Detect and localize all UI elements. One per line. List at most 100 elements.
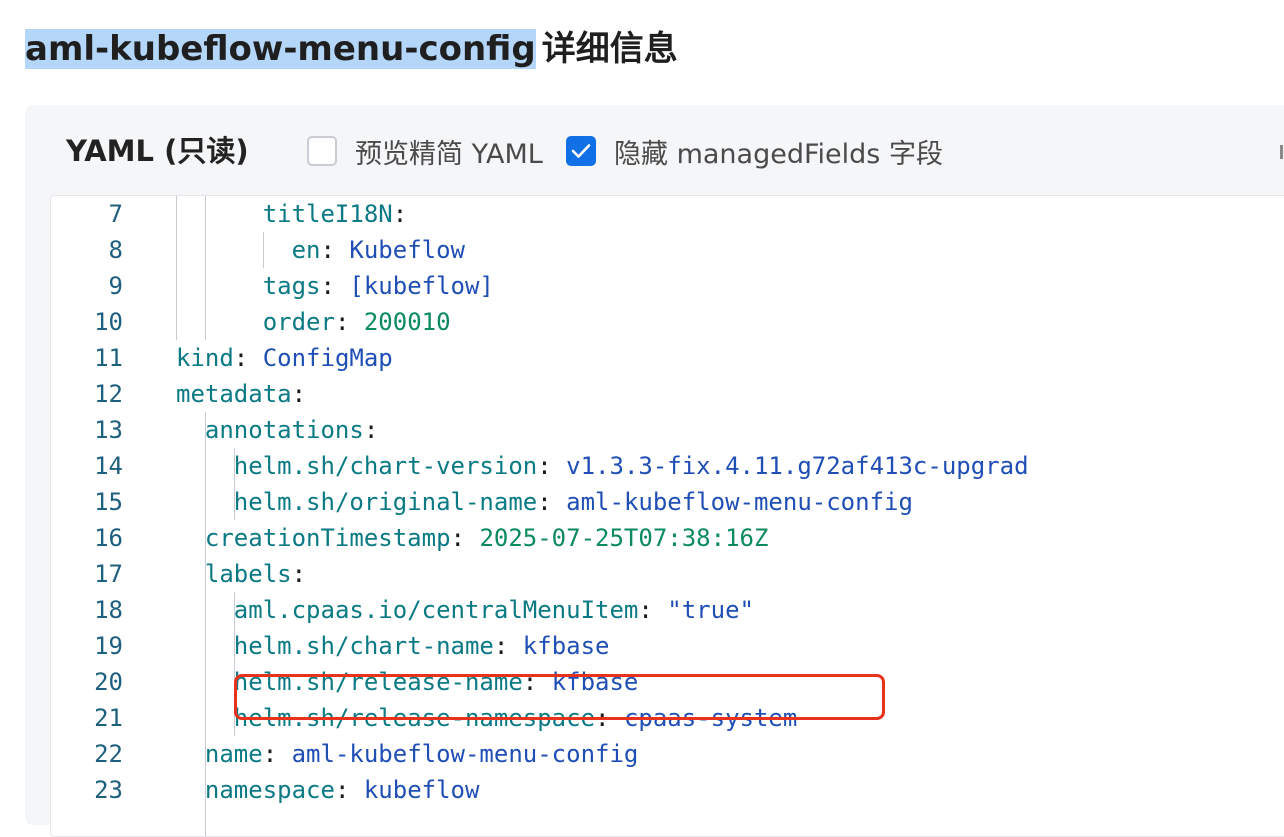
hide-managed-fields-label[interactable]: 隐藏 managedFields 字段 — [614, 132, 943, 171]
yaml-separator: : — [320, 236, 350, 264]
yaml-code-editor[interactable]: 7 titleI18N: 8 en: Kubeflow 9 tags: [kubeflow… — [50, 195, 1284, 837]
line-number: 18 — [94, 596, 123, 624]
line-number: 17 — [94, 560, 123, 588]
yaml-key: namespace — [204, 776, 335, 804]
yaml-separator: : — [291, 560, 307, 588]
code-line: 18 aml.cpaas.io/centralMenuItem: "true" — [51, 592, 1284, 628]
line-number: 9 — [108, 272, 123, 300]
code-content: helm.sh/chart-name: kfbase — [234, 628, 610, 664]
code-line: 16 creationTimestamp: 2025-07-25T07:38:16… — [51, 520, 1284, 556]
yaml-separator: : — [392, 200, 408, 228]
yaml-key: titleI18N — [262, 200, 393, 228]
yaml-separator: : — [537, 452, 567, 480]
yaml-value: ConfigMap — [262, 344, 393, 372]
highlight-annotation-box — [234, 674, 885, 720]
line-number: 13 — [94, 416, 123, 444]
yaml-value: kubeflow — [363, 776, 480, 804]
code-content: tags: [kubeflow] — [263, 268, 494, 304]
yaml-value: 2025-07-25T07:38:16Z — [479, 524, 769, 552]
code-content: annotations: — [205, 412, 378, 448]
line-number: 11 — [94, 344, 123, 372]
yaml-value: v1.3.3-fix.4.11.g72af413c-upgrad — [566, 452, 1029, 480]
code-content: en: Kubeflow — [292, 232, 465, 268]
code-line: 8 en: Kubeflow — [51, 232, 1284, 268]
yaml-separator: : — [262, 740, 292, 768]
toolbar-edge-icon — [1280, 145, 1283, 159]
code-line: 13 annotations: — [51, 412, 1284, 448]
code-line: 22 name: aml-kubeflow-menu-config — [51, 736, 1284, 772]
yaml-panel: YAML (只读) 预览精简 YAML 隐藏 managedFields 字段 … — [25, 105, 1284, 837]
yaml-value: aml-kubeflow-menu-config — [291, 740, 639, 768]
yaml-separator: : — [233, 344, 263, 372]
hide-managed-fields-checkbox[interactable]: 隐藏 managedFields 字段 — [566, 132, 943, 171]
yaml-separator: : — [638, 596, 668, 624]
checkbox-checked-icon[interactable] — [566, 136, 596, 166]
yaml-separator: : — [537, 488, 567, 516]
code-content: aml.cpaas.io/centralMenuItem: "true" — [234, 592, 754, 628]
line-number: 21 — [94, 704, 123, 732]
yaml-value: kfbase — [522, 632, 610, 660]
yaml-value: [kubeflow] — [349, 272, 494, 300]
code-content: labels: — [205, 556, 306, 592]
page-title: aml-kubeflow-menu-config 详细信息 — [25, 26, 678, 72]
yaml-separator: : — [291, 380, 307, 408]
yaml-key: order — [262, 308, 335, 336]
checkbox-unchecked-icon[interactable] — [307, 136, 337, 166]
line-number: 16 — [94, 524, 123, 552]
yaml-value: 200010 — [363, 308, 451, 336]
yaml-title: YAML (只读) — [66, 134, 249, 168]
yaml-key: metadata — [176, 380, 292, 408]
code-content: titleI18N: — [263, 196, 408, 232]
preview-simplified-yaml-checkbox[interactable]: 预览精简 YAML — [307, 132, 543, 171]
code-content: order: 200010 — [263, 304, 451, 340]
preview-simplified-yaml-label[interactable]: 预览精简 YAML — [355, 132, 543, 171]
yaml-key: tags — [262, 272, 321, 300]
yaml-key: helm.sh/chart-version — [233, 452, 538, 480]
yaml-value: Kubeflow — [349, 236, 465, 264]
code-line: 11 kind: ConfigMap — [51, 340, 1284, 376]
yaml-separator: : — [334, 776, 364, 804]
code-content: name: aml-kubeflow-menu-config — [205, 736, 638, 772]
code-line: 23 namespace: kubeflow — [51, 772, 1284, 808]
code-content: helm.sh/chart-version: v1.3.3-fix.4.11.g… — [234, 448, 1029, 484]
code-line: 17 labels: — [51, 556, 1284, 592]
code-content: helm.sh/original-name: aml-kubeflow-menu… — [234, 484, 913, 520]
yaml-key: annotations — [204, 416, 364, 444]
yaml-separator: : — [320, 272, 350, 300]
yaml-value: aml-kubeflow-menu-config — [566, 488, 913, 516]
yaml-key: kind — [176, 344, 234, 372]
code-line: 9 tags: [kubeflow] — [51, 268, 1284, 304]
page-title-suffix: 详细信息 — [541, 29, 678, 69]
line-number: 19 — [94, 632, 123, 660]
code-line: 10 order: 200010 — [51, 304, 1284, 340]
yaml-key: helm.sh/chart-name — [233, 632, 494, 660]
line-number: 14 — [94, 452, 123, 480]
code-content: metadata: — [176, 376, 306, 412]
code-content: creationTimestamp: 2025-07-25T07:38:16Z — [205, 520, 769, 556]
code-content: kind: ConfigMap — [176, 340, 393, 376]
line-number: 20 — [94, 668, 123, 696]
yaml-key: helm.sh/original-name — [233, 488, 538, 516]
code-line: 19 helm.sh/chart-name: kfbase — [51, 628, 1284, 664]
yaml-separator: : — [334, 308, 364, 336]
yaml-key: name — [204, 740, 263, 768]
yaml-separator: : — [493, 632, 523, 660]
yaml-key: aml.cpaas.io/centralMenuItem — [233, 596, 639, 624]
line-number: 22 — [94, 740, 123, 768]
line-number: 10 — [94, 308, 123, 336]
line-number: 23 — [94, 776, 123, 804]
yaml-toolbar: YAML (只读) 预览精简 YAML 隐藏 managedFields 字段 — [25, 105, 1284, 195]
code-line: 7 titleI18N: — [51, 196, 1284, 232]
code-content: namespace: kubeflow — [205, 772, 480, 808]
yaml-key: en — [291, 236, 321, 264]
code-line: 15 helm.sh/original-name: aml-kubeflow-me… — [51, 484, 1284, 520]
check-mark-icon — [571, 144, 591, 158]
line-number: 12 — [94, 380, 123, 408]
yaml-key: labels — [204, 560, 292, 588]
yaml-separator: : — [363, 416, 379, 444]
yaml-separator: : — [450, 524, 480, 552]
code-line: 14 helm.sh/chart-version: v1.3.3-fix.4.11… — [51, 448, 1284, 484]
page-title-selected: aml-kubeflow-menu-config — [25, 29, 536, 69]
line-number: 15 — [94, 488, 123, 516]
yaml-value: "true" — [667, 596, 754, 624]
